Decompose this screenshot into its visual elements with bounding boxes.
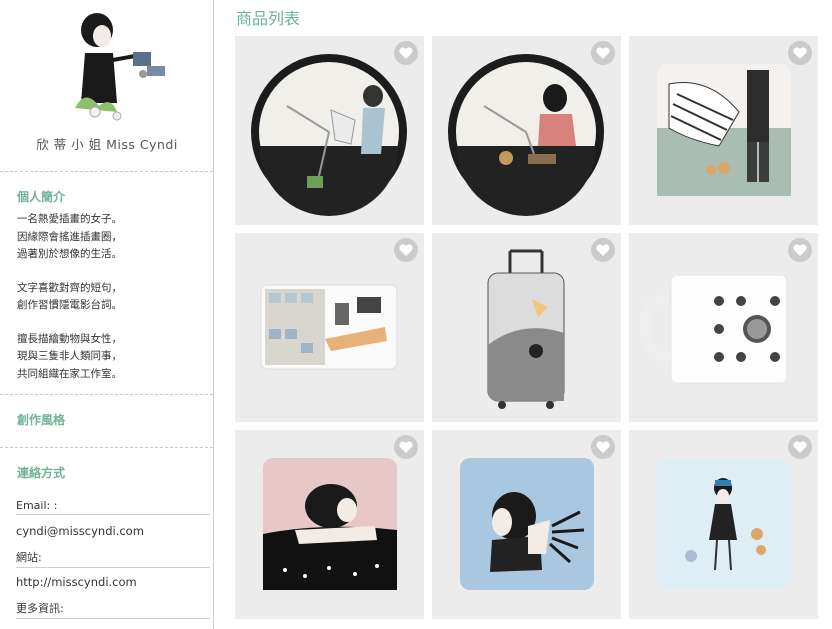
card-studio-artwork <box>260 284 398 370</box>
product-card[interactable] <box>235 233 424 422</box>
favorite-button[interactable] <box>788 238 812 262</box>
website-label: 網站: <box>16 549 210 568</box>
luggage-fish-artwork <box>487 249 565 409</box>
product-card[interactable] <box>629 233 818 422</box>
author-name: 欣 蒂 小 姐 Miss Cyndi <box>36 137 178 152</box>
more-info-label: 更多資訊: <box>16 600 210 619</box>
pillow-dancers-artwork <box>657 64 791 196</box>
bio-paragraph: 擅長描繪動物與女性， 現與三隻非人類同事， 共同組織在家工作室。 <box>17 332 122 380</box>
product-card[interactable] <box>629 430 818 619</box>
favorite-button[interactable] <box>788 41 812 65</box>
pillow-sleeping-couple-artwork <box>263 458 397 590</box>
heart-icon <box>793 243 807 256</box>
divider <box>0 447 213 448</box>
favorite-button[interactable] <box>591 435 615 459</box>
favorite-button[interactable] <box>394 41 418 65</box>
favorite-button[interactable] <box>591 238 615 262</box>
email-label: Email: : <box>16 499 210 515</box>
heart-icon <box>596 440 610 453</box>
favorite-button[interactable] <box>788 435 812 459</box>
bio-paragraph: 一名熱愛插畫的女子。 因緣際會搖進插畫圈， 過著別於想像的生活。 <box>17 213 122 260</box>
mug-icons-artwork <box>639 274 788 384</box>
pillow-girl-dogs-artwork <box>657 458 791 590</box>
pillow-kiss-artwork <box>460 458 594 590</box>
product-card[interactable] <box>235 430 424 619</box>
divider <box>0 394 213 395</box>
product-card[interactable] <box>432 233 621 422</box>
heart-icon <box>399 46 413 59</box>
contact-heading: 連絡方式 <box>17 466 66 480</box>
favorite-button[interactable] <box>394 238 418 262</box>
website-link[interactable]: http://misscyndi.com <box>16 575 137 589</box>
product-card[interactable] <box>432 36 621 225</box>
bio-text: 一名熱愛插畫的女子。 因緣際會搖進插畫圈， 過著別於想像的生活。 文字喜歡對齊的… <box>17 211 122 399</box>
heart-icon <box>793 440 807 453</box>
product-card[interactable] <box>235 36 424 225</box>
clock-cat-artwork <box>251 54 407 216</box>
intro-heading: 個人簡介 <box>17 190 66 204</box>
favorite-button[interactable] <box>394 435 418 459</box>
style-heading: 創作風格 <box>17 413 66 427</box>
product-card[interactable] <box>432 430 621 619</box>
heart-icon <box>399 243 413 256</box>
product-card[interactable] <box>629 36 818 225</box>
heart-icon <box>596 243 610 256</box>
clock-girl-artwork <box>448 54 604 216</box>
author-illustration <box>55 8 175 126</box>
heart-icon <box>399 440 413 453</box>
heart-icon <box>596 46 610 59</box>
bio-paragraph: 文字喜歡對齊的短句， 創作習慣隱電影台詞。 <box>17 281 122 312</box>
profile-sidebar: 欣 蒂 小 姐 Miss Cyndi 個人簡介 一名熱愛插畫的女子。 因緣際會搖… <box>0 0 214 629</box>
email-value[interactable]: cyndi@misscyndi.com <box>16 524 144 538</box>
heart-icon <box>793 46 807 59</box>
page-title: 商品列表 <box>236 9 301 28</box>
favorite-button[interactable] <box>591 41 615 65</box>
divider <box>0 171 213 172</box>
